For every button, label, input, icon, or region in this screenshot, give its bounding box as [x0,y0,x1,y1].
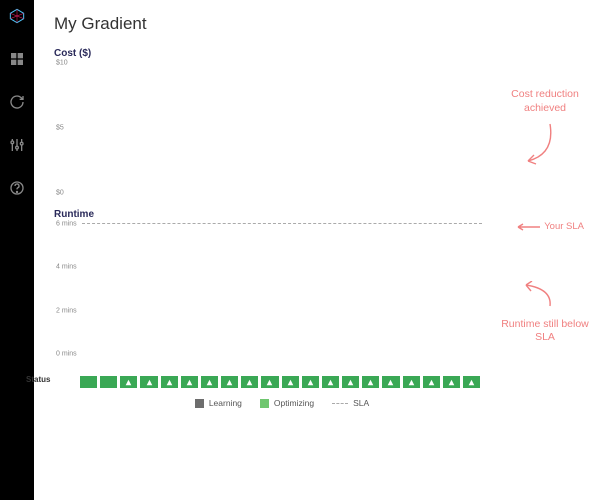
status-box [282,376,299,388]
status-box [362,376,379,388]
legend-learning: Learning [195,398,242,408]
status-box [241,376,258,388]
sidebar [0,0,34,500]
status-box [403,376,420,388]
legend: Learning Optimizing SLA [82,398,482,408]
runtime-chart-area: 0 mins2 mins4 mins6 mins [82,224,482,354]
help-icon[interactable] [9,180,25,201]
sliders-icon[interactable] [9,137,25,158]
status-box [443,376,460,388]
status-box [100,376,117,388]
dashboard-icon[interactable] [9,51,25,72]
runtime-chart: Runtime 0 mins2 mins4 mins6 mins Your SL… [54,209,592,354]
status-box [201,376,218,388]
runtime-chart-title: Runtime [54,209,592,220]
refresh-icon[interactable] [9,94,25,115]
logo-icon [9,8,25,29]
ytick: $10 [56,60,68,67]
status-box [463,376,480,388]
legend-optimizing: Optimizing [260,398,314,408]
cost-chart: Cost ($) $0$5$10 Cost reduction achieved [54,48,592,193]
legend-sla: SLA [332,398,369,408]
status-box [322,376,339,388]
status-box [261,376,278,388]
main-content: My Gradient Cost ($) $0$5$10 Cost reduct… [34,0,600,500]
ytick: 4 mins [56,264,77,271]
cost-chart-area: $0$5$10 [82,63,482,193]
cost-annotation: Cost reduction achieved [500,88,590,174]
status-box [80,376,97,388]
sla-annotation: Your SLA [516,221,584,232]
status-box [140,376,157,388]
page-title: My Gradient [54,14,592,34]
status-box [221,376,238,388]
status-box [120,376,137,388]
ytick: $5 [56,125,64,132]
ytick: 0 mins [56,351,77,358]
ytick: 2 mins [56,307,77,314]
cost-chart-title: Cost ($) [54,48,592,59]
status-box [423,376,440,388]
status-box [302,376,319,388]
ytick: $0 [56,190,64,197]
status-box [342,376,359,388]
runtime-annotation: Runtime still below SLA [500,281,590,345]
ytick: 6 mins [56,221,77,228]
status-box [161,376,178,388]
status-row [80,376,480,388]
status-box [382,376,399,388]
status-box [181,376,198,388]
status-label: Status [26,375,50,384]
